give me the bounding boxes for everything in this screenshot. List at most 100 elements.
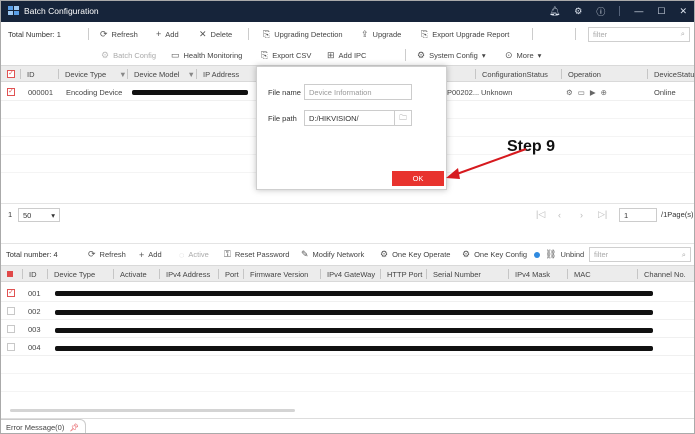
last-page-icon[interactable]: ▷| bbox=[598, 209, 607, 220]
reset-password-button[interactable]: ⚿ Reset Password bbox=[224, 249, 289, 260]
bottom-add-button[interactable]: + Add bbox=[139, 250, 162, 260]
health-monitoring-button[interactable]: ▭ Health Monitoring bbox=[171, 50, 242, 61]
top-filter-input[interactable]: filter ⌕ bbox=[588, 26, 690, 42]
window-title: Batch Configuration bbox=[24, 6, 99, 16]
col-http-port[interactable]: HTTP Port bbox=[380, 266, 422, 282]
play-icon[interactable]: ▶ bbox=[590, 88, 596, 97]
more-button[interactable]: ⊙ More ▾ bbox=[505, 50, 541, 61]
one-key-operate-button[interactable]: ⚙ One Key Operate bbox=[380, 249, 450, 260]
col-port[interactable]: Port bbox=[218, 266, 239, 282]
top-total-label: Total Number: 1 bbox=[8, 29, 61, 39]
col-device-status[interactable]: DeviceStatus bbox=[647, 66, 695, 82]
maximize-icon[interactable]: ☐ bbox=[657, 6, 665, 17]
unbind-button[interactable]: ⛓ Unbind bbox=[545, 249, 584, 260]
upgrade-icon: ⇪ bbox=[361, 28, 369, 39]
info-icon[interactable]: ⓘ bbox=[596, 5, 605, 18]
top-toolbar: Total Number: 1 ⟳ Refresh + Add ✕ Delete ⎘ U… bbox=[0, 23, 695, 45]
col-id[interactable]: ID bbox=[20, 66, 35, 82]
refresh-button[interactable]: ⟳ Refresh bbox=[100, 29, 138, 40]
file-path-label: File path bbox=[268, 114, 297, 123]
system-config-button[interactable]: ⚙ System Config ▾ bbox=[417, 50, 486, 61]
plus-icon: + bbox=[139, 249, 145, 260]
add-ipc-button[interactable]: ⊞ Add IPC bbox=[327, 50, 366, 61]
delete-button[interactable]: ✕ Delete bbox=[199, 29, 232, 40]
one-key-config-button[interactable]: ⚙ One Key Config bbox=[462, 249, 541, 260]
horizontal-scrollbar[interactable] bbox=[10, 409, 295, 412]
page-input[interactable]: 1 bbox=[619, 208, 657, 222]
col-operation[interactable]: Operation bbox=[561, 66, 601, 82]
refresh-icon: ⟳ bbox=[88, 249, 96, 259]
next-page-icon[interactable]: › bbox=[580, 210, 583, 220]
file-name-label: File name bbox=[268, 88, 301, 97]
bottom-total-label: Total number: 4 bbox=[6, 250, 58, 259]
table-row[interactable]: 003 bbox=[0, 320, 695, 338]
export-upgrade-report-button[interactable]: ⎘ Export Upgrade Report bbox=[421, 29, 509, 40]
prev-page-icon[interactable]: ‹ bbox=[558, 210, 561, 220]
row-checkbox[interactable] bbox=[7, 320, 15, 338]
status-bar: Error Message(0) 📌︎ bbox=[0, 418, 695, 434]
col-ipv4-address[interactable]: IPv4 Address bbox=[159, 266, 210, 282]
filter-icon[interactable]: ▼ bbox=[187, 70, 194, 79]
page-size-select[interactable]: 50 ▾ bbox=[18, 208, 60, 222]
file-path-input[interactable]: D:/HIKVISION/ bbox=[304, 110, 395, 126]
add-button[interactable]: + Add bbox=[156, 29, 179, 39]
row-checkbox[interactable] bbox=[7, 302, 15, 320]
col-device-type[interactable]: Device Type ▼ bbox=[58, 66, 127, 82]
col-ipv4-mask[interactable]: IPv4 Mask bbox=[508, 266, 550, 282]
ok-button[interactable]: OK bbox=[392, 171, 444, 186]
first-page-icon[interactable]: |◁ bbox=[536, 209, 545, 220]
row-checkbox[interactable]: ✓ bbox=[7, 83, 15, 101]
upgrading-detection-button[interactable]: ⎘ Upgrading Detection bbox=[263, 29, 343, 40]
redaction-bar bbox=[132, 90, 248, 95]
config-icon: ⚙ bbox=[462, 249, 471, 259]
row-id: 003 bbox=[28, 324, 41, 334]
export-csv-dialog: File name Device Information File path D… bbox=[256, 66, 447, 190]
col-device-model[interactable]: Device Model ▼ bbox=[127, 66, 195, 82]
bottom-refresh-button[interactable]: ⟳ Refresh bbox=[88, 249, 126, 260]
select-all-checkbox[interactable]: ✓ bbox=[7, 66, 15, 82]
modify-network-button[interactable]: ✎ Modify Network bbox=[301, 249, 364, 260]
col-id[interactable]: ID bbox=[22, 266, 37, 282]
bell-icon[interactable]: 🔔︎ bbox=[549, 6, 560, 17]
upgrade-button[interactable]: ⇪ Upgrade bbox=[361, 29, 401, 40]
page-size-label: 1 bbox=[8, 210, 13, 219]
settings-icon[interactable]: ⚙ bbox=[566, 88, 573, 97]
bottom-select-all-checkbox[interactable] bbox=[7, 266, 13, 282]
row-checkbox[interactable]: ✓ bbox=[7, 284, 15, 302]
web-icon[interactable]: ⊕ bbox=[601, 88, 607, 97]
table-row[interactable]: 004 bbox=[0, 338, 695, 356]
col-serial-number[interactable]: Serial Number bbox=[426, 266, 481, 282]
remote-config-icon[interactable]: ▭ bbox=[578, 88, 585, 97]
caret-down-icon: ▾ bbox=[51, 210, 55, 220]
batch-config-button[interactable]: ⚙ Batch Config bbox=[101, 50, 156, 61]
col-configuration-status[interactable]: ConfigurationStatus bbox=[475, 66, 548, 82]
export-csv-button[interactable]: ⎘ Export CSV bbox=[261, 50, 311, 61]
minimize-icon[interactable]: — bbox=[634, 6, 643, 16]
title-bar: Batch Configuration 🔔︎ ⚙ ⓘ — ☐ ✕ bbox=[0, 0, 695, 22]
col-mac[interactable]: MAC bbox=[567, 266, 591, 282]
col-device-type[interactable]: Device Type bbox=[47, 266, 95, 282]
col-channel-no[interactable]: Channel No. bbox=[637, 266, 686, 282]
browse-folder-button[interactable]: 🗀 bbox=[395, 110, 412, 126]
gear-icon[interactable]: ⚙ bbox=[574, 6, 582, 17]
active-button[interactable]: ◌ Active bbox=[179, 250, 209, 260]
row-id: 000001 bbox=[28, 87, 54, 97]
table-row[interactable]: ✓ 001 bbox=[0, 284, 695, 302]
close-icon[interactable]: ✕ bbox=[679, 6, 687, 17]
file-name-input[interactable]: Device Information bbox=[304, 84, 412, 100]
col-ip-address[interactable]: IP Address bbox=[196, 66, 239, 82]
row-partial-value: P00202... bbox=[447, 87, 480, 97]
pin-icon[interactable]: 📌︎ bbox=[69, 423, 79, 432]
filter-icon[interactable]: ▼ bbox=[119, 70, 126, 79]
folder-icon: 🗀 bbox=[399, 112, 407, 122]
col-ipv4-gateway[interactable]: IPv4 GateWay bbox=[320, 266, 375, 282]
x-icon: ✕ bbox=[199, 28, 207, 39]
error-message-tab[interactable]: Error Message(0) 📌︎ bbox=[0, 419, 86, 434]
col-firmware-version[interactable]: Firmware Version bbox=[243, 266, 308, 282]
row-checkbox[interactable] bbox=[7, 338, 15, 356]
more-icon: ⊙ bbox=[505, 49, 513, 60]
table-row[interactable]: 002 bbox=[0, 302, 695, 320]
col-activate[interactable]: Activate bbox=[113, 266, 147, 282]
report-icon: ⎘ bbox=[421, 28, 429, 39]
bottom-filter-input[interactable]: filter ⌕ bbox=[589, 247, 691, 262]
